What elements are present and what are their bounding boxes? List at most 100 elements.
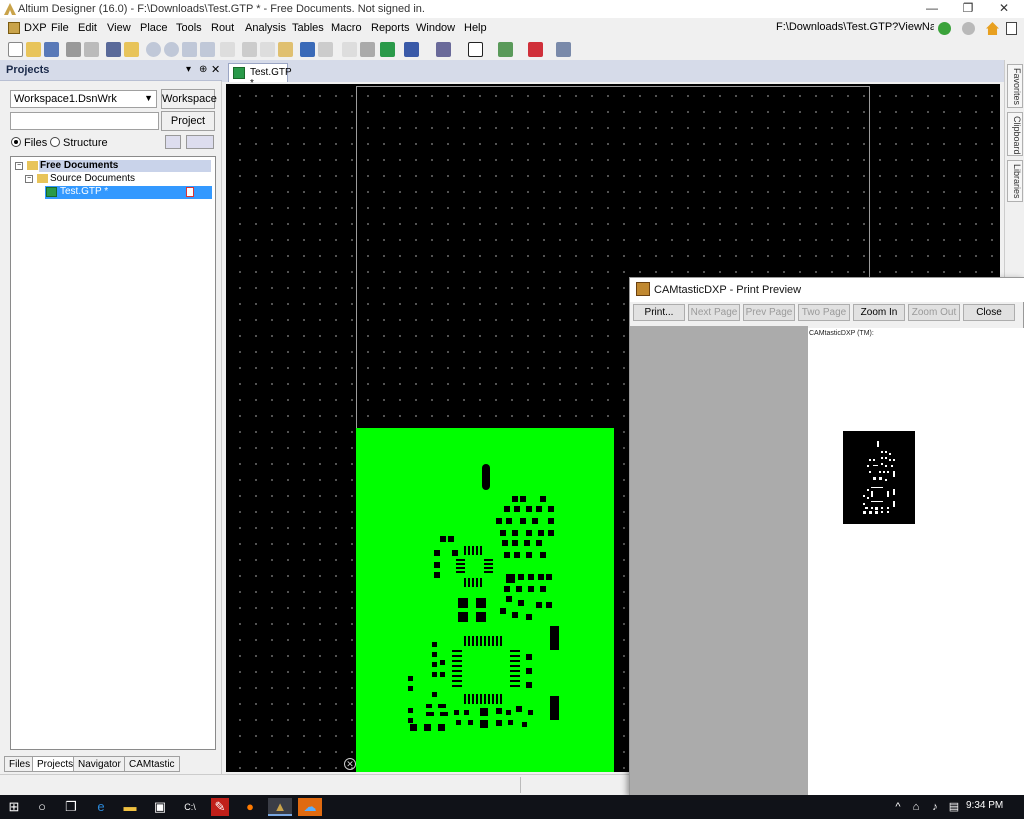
- clock[interactable]: 9:34 PM: [966, 800, 1003, 811]
- prev-page-button[interactable]: Prev Page: [743, 304, 795, 321]
- menu-macro[interactable]: Macro: [331, 22, 362, 34]
- app-red-icon[interactable]: ✎: [211, 798, 229, 816]
- close-window-button[interactable]: ✕: [986, 0, 1022, 18]
- print-preview-icon[interactable]: [84, 42, 99, 57]
- file-explorer-icon[interactable]: ▬: [121, 798, 139, 816]
- grid-icon[interactable]: [556, 42, 571, 57]
- menu-file[interactable]: File: [51, 22, 69, 34]
- workspace-button[interactable]: Workspace: [161, 89, 217, 109]
- zoom-in-button[interactable]: Zoom In: [853, 304, 905, 321]
- tab-clipboard[interactable]: Clipboard: [1007, 112, 1023, 156]
- menu-help[interactable]: Help: [464, 22, 487, 34]
- pin-icon[interactable]: ⊕: [199, 64, 207, 75]
- refresh-icon[interactable]: [165, 135, 181, 149]
- folder-icon[interactable]: [124, 42, 139, 57]
- show-hidden-icons[interactable]: ^: [889, 798, 907, 816]
- window-title: Altium Designer (16.0) - F:\Downloads\Te…: [18, 3, 425, 15]
- tab-camtastic[interactable]: CAMtastic: [124, 756, 180, 772]
- panel-menu-icon[interactable]: ▾: [186, 64, 191, 75]
- tree-file[interactable]: Test.GTP *: [45, 186, 212, 199]
- tab-navigator[interactable]: Navigator: [73, 756, 126, 772]
- radio-structure[interactable]: [50, 137, 60, 147]
- tab-libraries[interactable]: Libraries: [1007, 160, 1023, 202]
- radio-files[interactable]: [11, 137, 21, 147]
- project-options-icon[interactable]: [186, 135, 214, 149]
- pan-icon[interactable]: [220, 42, 235, 57]
- zoom-out-button[interactable]: Zoom Out: [908, 304, 960, 321]
- tab-projects[interactable]: Projects: [32, 756, 79, 772]
- tab-files[interactable]: Files: [4, 756, 36, 772]
- altium-taskbar-icon[interactable]: ▲: [268, 798, 292, 816]
- print-button[interactable]: Print...: [633, 304, 685, 321]
- tab-test-gtp[interactable]: Test.GTP *: [228, 63, 292, 89]
- minimize-button[interactable]: —: [914, 0, 950, 18]
- close-panel-icon[interactable]: ✕: [211, 63, 220, 76]
- collapse-icon[interactable]: −: [15, 162, 23, 170]
- menu-rout[interactable]: Rout: [211, 22, 234, 34]
- zoom-in-icon[interactable]: [146, 42, 161, 57]
- forward-icon[interactable]: [962, 22, 975, 35]
- undo-icon[interactable]: [300, 42, 315, 57]
- measure-icon[interactable]: [498, 42, 513, 57]
- print-icon[interactable]: [66, 42, 81, 57]
- back-icon[interactable]: [938, 22, 951, 35]
- terminal-icon[interactable]: C:\: [181, 798, 199, 816]
- two-page-button[interactable]: Two Page: [798, 304, 850, 321]
- project-button[interactable]: Project: [161, 111, 215, 131]
- gem-icon[interactable]: [380, 42, 395, 57]
- save-icon[interactable]: [44, 42, 59, 57]
- restore-button[interactable]: ❐: [950, 0, 986, 18]
- redo-icon[interactable]: [318, 42, 333, 57]
- document-icon[interactable]: [1006, 22, 1017, 35]
- zoom-out-icon[interactable]: [164, 42, 179, 57]
- edge-icon[interactable]: e: [92, 798, 110, 816]
- camtastic-taskbar-icon[interactable]: ☁: [298, 798, 322, 816]
- tree-folder[interactable]: − Source Documents: [11, 173, 215, 186]
- select-icon[interactable]: [342, 42, 357, 57]
- connect-icon[interactable]: [436, 42, 451, 57]
- project-field[interactable]: [10, 112, 159, 130]
- store-icon[interactable]: ▣: [151, 798, 169, 816]
- route-icon[interactable]: [404, 42, 419, 57]
- cut-icon[interactable]: [242, 42, 257, 57]
- solder-paste-pads: [408, 464, 559, 731]
- notification-icon[interactable]: ▤: [945, 798, 963, 816]
- search-icon[interactable]: ○: [33, 798, 51, 816]
- zoom-fit-icon[interactable]: [182, 42, 197, 57]
- open-icon[interactable]: [26, 42, 41, 57]
- tab-favorites[interactable]: Favorites: [1007, 64, 1023, 108]
- network-icon[interactable]: ⌂: [907, 798, 925, 816]
- copy-icon[interactable]: [260, 42, 275, 57]
- menu-tools[interactable]: Tools: [176, 22, 202, 34]
- zoom-area-icon[interactable]: [200, 42, 215, 57]
- menu-tables[interactable]: Tables: [292, 22, 324, 34]
- volume-icon[interactable]: ♪: [926, 798, 944, 816]
- menu-place[interactable]: Place: [140, 22, 168, 34]
- paste-icon[interactable]: [278, 42, 293, 57]
- firefox-icon[interactable]: ●: [241, 798, 259, 816]
- menu-dxp[interactable]: DXP: [24, 22, 47, 34]
- collapse-icon[interactable]: −: [25, 175, 33, 183]
- tree-folder-label: Source Documents: [50, 173, 136, 184]
- menu-reports[interactable]: Reports: [371, 22, 410, 34]
- menu-analysis[interactable]: Analysis: [245, 22, 286, 34]
- tree-root[interactable]: − Free Documents: [11, 160, 215, 173]
- preview-page[interactable]: CAMtasticDXP (TM):: [808, 328, 1024, 796]
- next-page-button[interactable]: Next Page: [688, 304, 740, 321]
- title-bar: Altium Designer (16.0) - F:\Downloads\Te…: [0, 0, 1024, 18]
- layers-icon[interactable]: [106, 42, 121, 57]
- color-icon[interactable]: [528, 42, 543, 57]
- document-path-field[interactable]: F:\Downloads\Test.GTP?ViewNam•: [776, 21, 934, 37]
- new-icon[interactable]: [8, 42, 23, 57]
- stamp-icon[interactable]: [360, 42, 375, 57]
- folder-icon: [27, 161, 38, 170]
- workspace-select-value: Workspace1.DsnWrk: [14, 93, 117, 105]
- rectangle-icon[interactable]: [468, 42, 483, 57]
- close-button[interactable]: Close: [963, 304, 1015, 321]
- start-icon[interactable]: ⊞: [5, 798, 23, 816]
- task-view-icon[interactable]: ❐: [62, 798, 80, 816]
- menu-window[interactable]: Window: [416, 22, 455, 34]
- menu-edit[interactable]: Edit: [78, 22, 97, 34]
- menu-view[interactable]: View: [107, 22, 131, 34]
- workspace-select[interactable]: Workspace1.DsnWrk ▼: [10, 90, 157, 108]
